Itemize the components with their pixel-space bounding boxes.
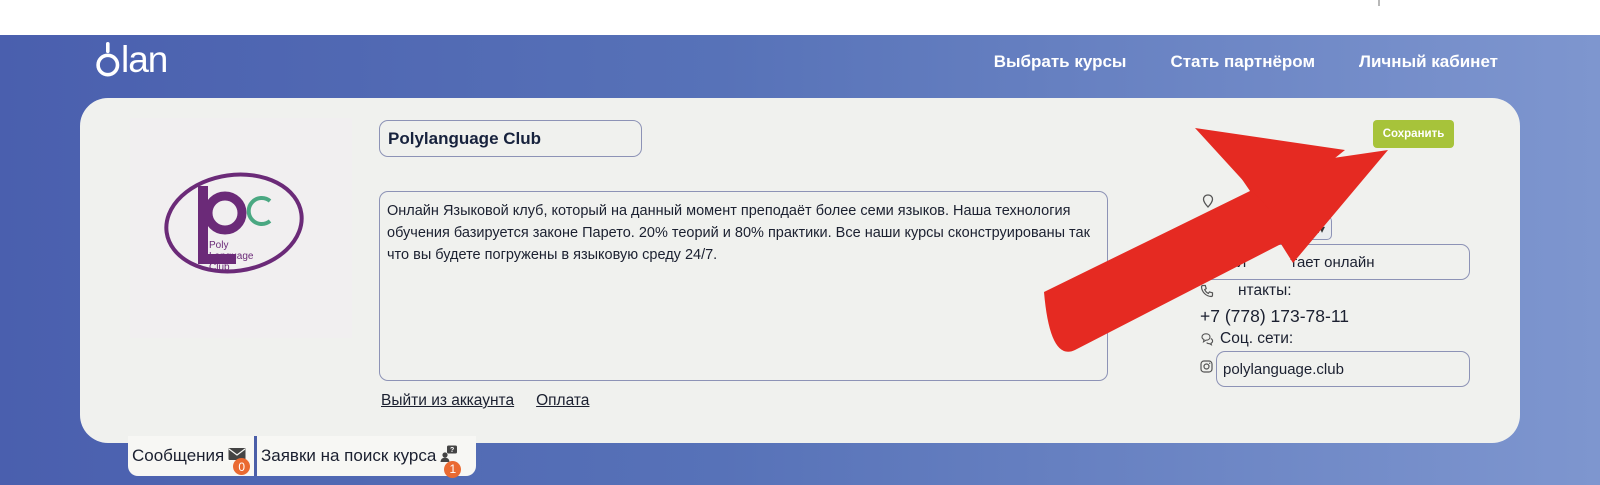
- tab-course-requests[interactable]: Заявки на поиск курса ? 1: [254, 436, 476, 478]
- logo-o-icon: [96, 42, 120, 77]
- payment-link[interactable]: Оплата: [536, 392, 589, 410]
- select-arrows-icon: ▴▾: [1312, 222, 1325, 236]
- profile-card: Poly Language Club Онлайн Языковой клуб,…: [80, 98, 1520, 443]
- instagram-icon: [1200, 360, 1213, 373]
- chat-icon: [1201, 333, 1214, 346]
- messages-count-badge: 0: [233, 458, 251, 475]
- account-links: Выйти из аккаунта Оплата: [381, 392, 589, 410]
- school-name-input[interactable]: [379, 120, 642, 157]
- school-logo[interactable]: Poly Language Club: [130, 118, 352, 338]
- bottom-tabs: Сообщения 0 Заявки на поиск курса ? 1: [128, 436, 476, 478]
- tab-messages-label: Сообщения: [132, 446, 225, 465]
- location-icon: [1202, 194, 1214, 208]
- city-select-value: Нур-С: [1223, 219, 1266, 236]
- tab-requests-label: Заявки на поиск курса: [261, 446, 437, 465]
- instagram-input[interactable]: [1216, 351, 1470, 387]
- save-button[interactable]: Сохранить: [1373, 120, 1454, 148]
- social-label: Соц. сети:: [1220, 330, 1294, 347]
- format-status-field[interactable]: Школ тает онлайн: [1200, 244, 1470, 280]
- school-logo-caption-3: Club: [209, 262, 230, 273]
- logout-link[interactable]: Выйти из аккаунта: [381, 392, 514, 410]
- description-textarea[interactable]: Онлайн Языковой клуб, который на данный …: [379, 191, 1108, 381]
- svg-text:?: ?: [450, 447, 454, 454]
- social-label-row: Соц. сети:: [1200, 330, 1293, 348]
- question-user-icon: ? 1: [440, 445, 462, 478]
- tab-messages[interactable]: Сообщения 0: [128, 436, 254, 476]
- contacts-label: нтакты:: [1238, 282, 1292, 299]
- site-logo[interactable]: lan: [95, 39, 168, 80]
- nav-personal-account[interactable]: Личный кабинет: [1359, 52, 1498, 72]
- top-mark: [1378, 0, 1380, 6]
- contacts-label-row: нтакты:: [1200, 282, 1292, 300]
- phone-number: +7 (778) 173-78-11: [1200, 306, 1350, 326]
- top-strip: [0, 0, 1600, 35]
- school-logo-caption-1: Poly: [209, 240, 228, 251]
- main-nav: Выбрать курсы Стать партнёром Личный каб…: [994, 52, 1498, 72]
- nav-choose-courses[interactable]: Выбрать курсы: [994, 52, 1127, 72]
- format-status-text-left: Школ: [1209, 253, 1247, 271]
- format-status-text-right: тает онлайн: [1290, 253, 1375, 271]
- school-logo-image: Poly Language Club: [164, 172, 304, 274]
- requests-count-badge: 1: [444, 460, 462, 478]
- phone-icon: [1200, 284, 1214, 298]
- envelope-icon: 0: [228, 446, 251, 475]
- contact-panel: Нур-С ▴▾ Школ тает онлайн нтакты: +7 (77…: [1200, 98, 1500, 443]
- school-logo-caption-2: Language: [209, 251, 254, 262]
- nav-become-partner[interactable]: Стать партнёром: [1170, 52, 1315, 72]
- city-select[interactable]: Нур-С ▴▾: [1204, 216, 1332, 240]
- logo-text: lan: [121, 39, 168, 80]
